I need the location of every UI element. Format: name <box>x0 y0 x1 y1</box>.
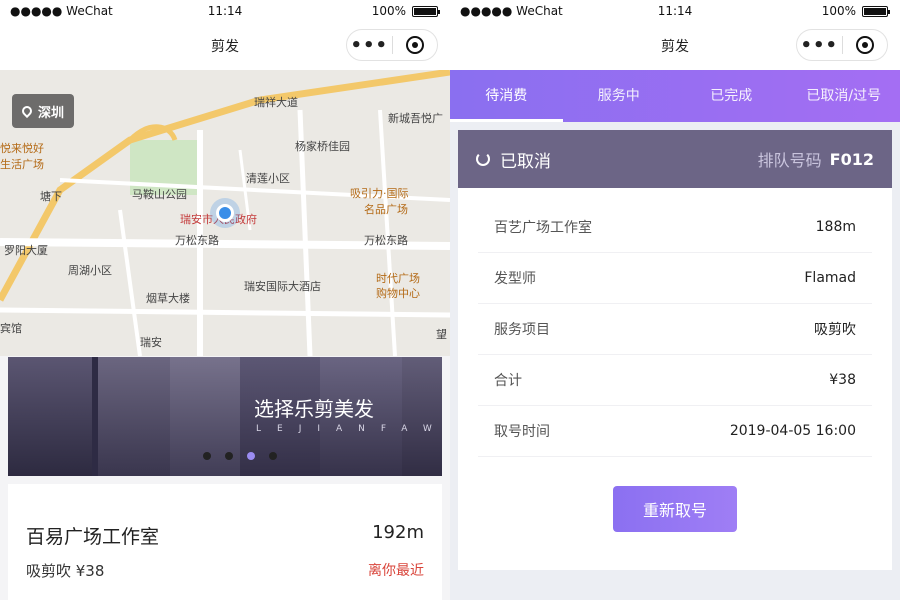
map-label: 瑞安国际大酒店 <box>244 280 321 293</box>
location-pin-icon <box>19 103 35 119</box>
order-tabs: 待消费 服务中 已完成 已取消/过号 <box>450 70 900 122</box>
carousel-dot[interactable] <box>203 452 211 460</box>
status-bar: ●●●●● WeChat 11:14 100% <box>450 0 900 22</box>
map-label: 瑞祥大道 <box>254 96 298 109</box>
map-label: 新城吾悦广 <box>388 112 443 125</box>
status-bar: ●●●●● WeChat 11:14 100% <box>0 0 450 22</box>
mini-program-capsule: ••• <box>796 29 888 61</box>
tab-completed[interactable]: 已完成 <box>675 70 788 122</box>
battery-status: 100% <box>371 4 440 18</box>
map-label: 悦来悦好 <box>0 142 44 155</box>
battery-percent: 100% <box>371 4 406 18</box>
detail-row: 发型师 Flamad <box>478 253 872 304</box>
order-details: 百艺广场工作室 188m 发型师 Flamad 服务项目 吸剪吹 合计 ¥38 … <box>458 188 892 457</box>
battery-percent: 100% <box>821 4 856 18</box>
map-label: 清莲小区 <box>246 172 290 185</box>
order-card: 已取消 排队号码 F012 百艺广场工作室 188m 发型师 Flamad 服务… <box>458 130 892 570</box>
nav-bar: 剪发 ••• <box>450 22 900 70</box>
map-view[interactable]: 深圳 瑞祥大道 新城吾悦广 杨家桥佳园 马鞍山公园 清莲小区 吸引力·国际 名品… <box>0 70 450 356</box>
map-label: 吸引力·国际 <box>350 187 409 200</box>
queue-number: F012 <box>829 149 874 169</box>
detail-value: 2019-04-05 16:00 <box>729 423 856 439</box>
more-icon[interactable]: ••• <box>797 35 842 56</box>
detail-value: Flamad <box>804 270 856 286</box>
map-label: 万松东路 <box>364 234 408 247</box>
detail-row: 合计 ¥38 <box>478 355 872 406</box>
right-screen: ●●●●● WeChat 11:14 100% 剪发 ••• 待消费 服务中 已… <box>450 0 900 600</box>
shop-card[interactable]: 百易广场工作室 192m 吸剪吹 ¥38 离你最近 <box>8 484 442 600</box>
carousel-dot[interactable] <box>269 452 277 460</box>
tab-in-service[interactable]: 服务中 <box>563 70 676 122</box>
detail-key: 发型师 <box>494 271 536 287</box>
mini-program-capsule: ••• <box>346 29 438 61</box>
map-label: 万松东路 <box>175 234 219 247</box>
current-location-marker <box>216 204 234 222</box>
retake-number-button[interactable]: 重新取号 <box>613 486 737 532</box>
map-label: 塘下 <box>40 190 62 203</box>
order-header: 已取消 排队号码 F012 <box>458 130 892 188</box>
nearest-tag: 离你最近 <box>368 563 424 579</box>
detail-value: 188m <box>815 219 856 235</box>
map-label: 宾馆 <box>0 322 22 335</box>
target-icon <box>855 36 874 54</box>
detail-row: 百艺广场工作室 188m <box>478 202 872 253</box>
order-status: 已取消 <box>500 151 551 172</box>
city-name: 深圳 <box>38 105 65 121</box>
shop-name: 百易广场工作室 <box>26 526 160 548</box>
battery-icon <box>412 5 440 17</box>
map-label: 马鞍山公园 <box>132 188 187 201</box>
map-label: 望 <box>436 328 447 341</box>
detail-row: 服务项目 吸剪吹 <box>478 304 872 355</box>
detail-key: 服务项目 <box>494 322 550 338</box>
promo-banner[interactable]: 选择乐剪美发 LEJIANFAWU <box>8 357 442 476</box>
map-label: 瑞安 <box>140 336 162 349</box>
battery-status: 100% <box>821 4 890 18</box>
map-label: 烟草大楼 <box>146 292 190 305</box>
banner-subtitle: LEJIANFAWU <box>256 424 442 434</box>
refresh-icon <box>476 152 490 166</box>
more-icon[interactable]: ••• <box>347 35 392 56</box>
detail-row: 取号时间 2019-04-05 16:00 <box>478 406 872 457</box>
close-miniprogram-button[interactable] <box>842 36 887 54</box>
battery-icon <box>862 5 890 17</box>
queue-label: 排队号码 <box>757 151 822 170</box>
close-miniprogram-button[interactable] <box>392 36 437 54</box>
banner-slogan: 选择乐剪美发 <box>254 397 374 421</box>
tab-pending[interactable]: 待消费 <box>450 70 563 122</box>
map-label: 罗阳大厦 <box>4 244 48 257</box>
target-icon <box>405 36 424 54</box>
detail-key: 取号时间 <box>494 424 550 440</box>
detail-key: 百艺广场工作室 <box>494 220 592 236</box>
carousel-dot[interactable] <box>225 452 233 460</box>
shop-distance: 192m <box>372 522 424 543</box>
banner-photo <box>402 357 442 476</box>
map-label: 名品广场 <box>364 203 408 216</box>
banner-photo <box>8 357 92 476</box>
carousel-dot-active[interactable] <box>247 452 255 460</box>
banner-photo <box>98 357 170 476</box>
left-screen: ●●●●● WeChat 11:14 100% 剪发 ••• 深圳 瑞祥大道 新… <box>0 0 450 600</box>
map-label: 时代广场 <box>376 272 420 285</box>
tab-cancelled[interactable]: 已取消/过号 <box>788 70 900 122</box>
detail-key: 合计 <box>494 373 522 389</box>
shop-service-price: 吸剪吹 ¥38 <box>26 562 105 580</box>
detail-value: ¥38 <box>829 372 856 388</box>
detail-value: 吸剪吹 <box>814 322 856 338</box>
map-label: 周湖小区 <box>68 264 112 277</box>
carousel-indicator <box>203 452 277 460</box>
nav-bar: 剪发 ••• <box>0 22 450 70</box>
map-label: 生活广场 <box>0 158 44 171</box>
city-selector[interactable]: 深圳 <box>12 94 75 128</box>
map-label: 杨家桥佳园 <box>295 140 350 153</box>
map-label: 购物中心 <box>376 287 420 300</box>
